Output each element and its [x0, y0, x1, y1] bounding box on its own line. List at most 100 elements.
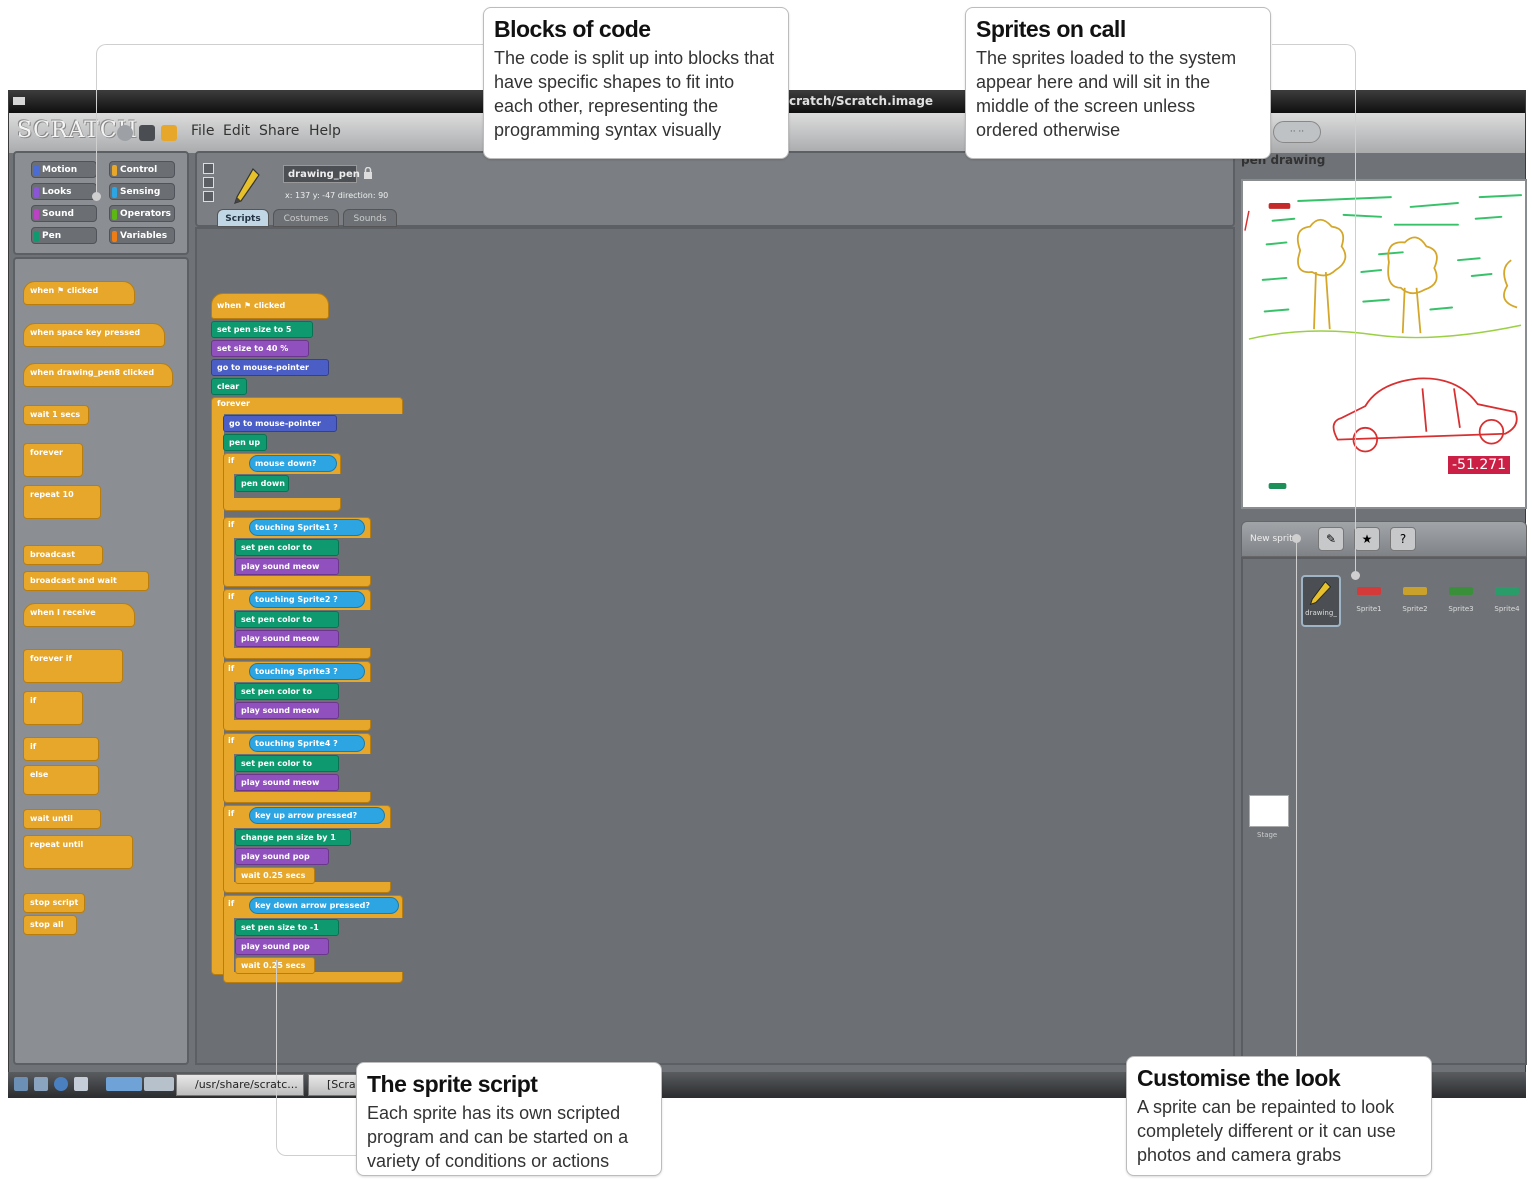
- sprite-thumb-label: Sprite4: [1494, 605, 1520, 613]
- script-block[interactable]: play sound meow: [235, 630, 339, 647]
- condition-block[interactable]: touching Sprite4 ?: [249, 735, 365, 752]
- category-pen[interactable]: Pen: [31, 227, 97, 244]
- category-sound[interactable]: Sound: [31, 205, 97, 222]
- callout-text: Each sprite has its own scripted program…: [367, 1103, 629, 1171]
- terminal-icon[interactable]: [74, 1077, 88, 1091]
- tab-sounds[interactable]: Sounds: [343, 209, 397, 227]
- sound-swatch: [34, 209, 39, 220]
- condition-block[interactable]: touching Sprite3 ?: [249, 663, 365, 680]
- script-block[interactable]: set size to 40 %: [211, 340, 309, 357]
- block-palette: when ⚑ clicked when space key pressed wh…: [13, 257, 189, 1065]
- annotated-screenshot: cratch/Scratch.image SCRATCH File Edit S…: [0, 0, 1532, 1180]
- script-hat-block[interactable]: when ⚑ clicked: [211, 293, 329, 319]
- workspace-2-icon[interactable]: [144, 1077, 174, 1091]
- if-label: if: [228, 899, 235, 908]
- condition-block[interactable]: mouse down?: [249, 455, 337, 472]
- browser-icon[interactable]: [54, 1077, 68, 1091]
- palette-block[interactable]: stop all: [23, 915, 77, 935]
- red-stroke: [1244, 210, 1250, 231]
- coordinate-badge: -51.271: [1448, 456, 1511, 474]
- pencil-icon: [1309, 581, 1332, 605]
- condition-block[interactable]: touching Sprite1 ?: [249, 519, 365, 536]
- palette-block[interactable]: when drawing_pen8 clicked: [23, 363, 173, 387]
- script-block[interactable]: play sound pop: [235, 848, 329, 865]
- sprite-thumb-sprite3[interactable]: Sprite3: [1441, 575, 1481, 627]
- workspace-1-icon[interactable]: [106, 1077, 142, 1091]
- script-block[interactable]: set pen color to: [235, 539, 339, 556]
- scripts-area[interactable]: when ⚑ clicked set pen size to 5 set siz…: [195, 227, 1235, 1065]
- category-label: Pen: [42, 231, 62, 241]
- script-block[interactable]: pen down: [235, 475, 289, 492]
- script-block[interactable]: pen up: [223, 434, 267, 451]
- palette-block[interactable]: wait 1 secs: [23, 405, 89, 425]
- script-block[interactable]: set pen size to -1: [235, 919, 339, 936]
- leader-dot-blocks: [92, 192, 101, 201]
- category-looks[interactable]: Looks: [31, 183, 97, 200]
- script-block[interactable]: set pen color to: [235, 755, 339, 772]
- window-menu-icon[interactable]: [13, 97, 25, 105]
- callout-title: Blocks of code: [494, 16, 651, 42]
- start-menu-icon[interactable]: [14, 1077, 28, 1091]
- tab-costumes[interactable]: Costumes: [273, 209, 339, 227]
- script-block[interactable]: set pen color to: [235, 611, 339, 628]
- category-operators[interactable]: Operators: [109, 205, 175, 222]
- palette-block[interactable]: if: [23, 737, 99, 761]
- callout-text: A sprite can be repainted to look comple…: [1137, 1097, 1396, 1165]
- palette-block[interactable]: forever: [23, 443, 83, 477]
- minimize-all-icon[interactable]: [34, 1077, 48, 1091]
- script-block[interactable]: set pen size to 5: [211, 321, 313, 338]
- stage-thumb-label: Stage: [1257, 831, 1278, 839]
- palette-block[interactable]: when ⚑ clicked: [23, 281, 135, 305]
- script-block[interactable]: play sound meow: [235, 774, 339, 791]
- palette-block[interactable]: stop script: [23, 893, 85, 913]
- stage-thumbnail[interactable]: [1249, 795, 1289, 827]
- condition-block[interactable]: key up arrow pressed?: [249, 807, 385, 824]
- callout-sprite-script: The sprite script Each sprite has its ow…: [356, 1062, 662, 1176]
- if-label: if: [228, 592, 235, 601]
- tab-scripts[interactable]: Scripts: [217, 209, 269, 227]
- condition-block[interactable]: key down arrow pressed?: [249, 897, 399, 914]
- callout-title: Customise the look: [1137, 1065, 1341, 1091]
- pen-swatch: [34, 231, 39, 242]
- palette-block[interactable]: if: [23, 691, 83, 725]
- palette-block[interactable]: broadcast and wait: [23, 571, 149, 591]
- sprite-thumb-label: Sprite3: [1448, 605, 1474, 613]
- script-block[interactable]: wait 0.25 secs: [235, 867, 315, 884]
- script-block[interactable]: go to mouse-pointer: [223, 415, 337, 432]
- palette-block[interactable]: wait until: [23, 809, 101, 829]
- palette-block[interactable]: when I receive: [23, 603, 135, 627]
- palette-block[interactable]: else: [23, 765, 99, 795]
- category-variables[interactable]: Variables: [109, 227, 175, 244]
- random-sprite-button[interactable]: ?: [1390, 527, 1416, 551]
- script-block[interactable]: play sound meow: [235, 702, 339, 719]
- sprite-thumb-drawing-pen[interactable]: drawing_: [1301, 575, 1341, 627]
- glasses-icon: [1403, 587, 1427, 595]
- script-block[interactable]: play sound meow: [235, 558, 339, 575]
- if-label: if: [228, 456, 235, 465]
- script-block[interactable]: clear: [211, 378, 247, 395]
- palette-block[interactable]: repeat 10: [23, 485, 101, 519]
- leader-dot-look: [1292, 534, 1301, 543]
- category-motion[interactable]: Motion: [31, 161, 97, 178]
- callout-title: Sprites on call: [976, 16, 1126, 42]
- category-label: Operators: [120, 209, 171, 219]
- car-drawing: [1332, 377, 1518, 453]
- palette-block[interactable]: repeat until: [23, 835, 133, 869]
- palette-block[interactable]: broadcast: [23, 545, 103, 565]
- sprite-thumb-sprite2[interactable]: Sprite2: [1395, 575, 1435, 627]
- condition-block[interactable]: touching Sprite2 ?: [249, 591, 365, 608]
- script-block[interactable]: set pen color to: [235, 683, 339, 700]
- category-label: Looks: [42, 187, 72, 197]
- palette-block[interactable]: forever if: [23, 649, 123, 683]
- script-block[interactable]: change pen size by 1: [235, 829, 351, 846]
- if-label: if: [228, 520, 235, 529]
- leader-dot-sprites: [1351, 571, 1360, 580]
- choose-sprite-button[interactable]: ★: [1354, 527, 1380, 551]
- script-block[interactable]: play sound pop: [235, 938, 329, 955]
- callout-text: The code is split up into blocks that ha…: [494, 48, 775, 140]
- palette-block[interactable]: when space key pressed: [23, 323, 165, 347]
- if-label: if: [228, 809, 235, 818]
- sprite-thumb-sprite1[interactable]: Sprite1: [1349, 575, 1389, 627]
- sprite-thumb-sprite4[interactable]: Sprite4: [1487, 575, 1527, 627]
- script-block[interactable]: go to mouse-pointer: [211, 359, 329, 376]
